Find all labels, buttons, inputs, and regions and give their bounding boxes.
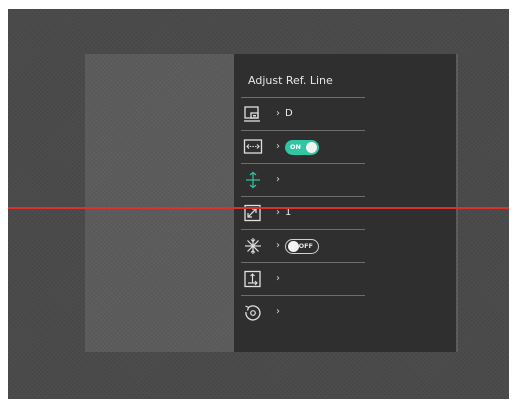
reference-line[interactable]: [8, 207, 509, 209]
vertical-align-icon: [243, 171, 263, 189]
horizontal-stretch-icon: [243, 138, 263, 156]
stretch-toggle[interactable]: ON: [285, 140, 319, 155]
chevron-right-icon: ›: [276, 141, 280, 152]
pip-position-value: D: [285, 108, 293, 119]
freeze-toggle[interactable]: OFF: [285, 239, 319, 254]
freeze-icon: [243, 237, 263, 255]
viewfinder-screen: Adjust Ref. Line › D › ON › › 1 › OFF › …: [8, 9, 509, 399]
toggle-label: OFF: [298, 242, 313, 250]
chevron-right-icon: ›: [276, 273, 280, 284]
menu-item-pip-position[interactable]: › D: [234, 97, 456, 130]
frame-adjust-icon: [243, 270, 263, 288]
menu-title: Adjust Ref. Line: [248, 74, 333, 87]
chevron-right-icon: ›: [276, 108, 280, 119]
menu-item-zoom[interactable]: › 1: [234, 196, 456, 229]
toggle-knob: [306, 142, 317, 153]
adjust-ref-line-menu: Adjust Ref. Line › D › ON › › 1 › OFF › …: [234, 54, 456, 352]
toggle-knob: [288, 241, 299, 252]
menu-item-horizontal-stretch[interactable]: › ON: [234, 130, 456, 163]
chevron-right-icon: ›: [276, 174, 280, 185]
chevron-right-icon: ›: [276, 240, 280, 251]
menu-divider: [241, 130, 365, 131]
reset-icon: [243, 303, 263, 321]
menu-divider: [241, 163, 365, 164]
chevron-right-icon: ›: [276, 306, 280, 317]
menu-divider: [241, 196, 365, 197]
menu-item-freeze[interactable]: › OFF: [234, 229, 456, 262]
toggle-label: ON: [290, 143, 301, 151]
menu-divider: [241, 229, 365, 230]
menu-item-reset[interactable]: ›: [234, 295, 456, 328]
picture-in-picture-icon: [243, 105, 263, 123]
menu-divider: [241, 295, 365, 296]
menu-item-vertical-align[interactable]: ›: [234, 163, 456, 196]
menu-divider: [241, 97, 365, 98]
menu-item-frame-adjust[interactable]: ›: [234, 262, 456, 295]
menu-divider: [241, 262, 365, 263]
